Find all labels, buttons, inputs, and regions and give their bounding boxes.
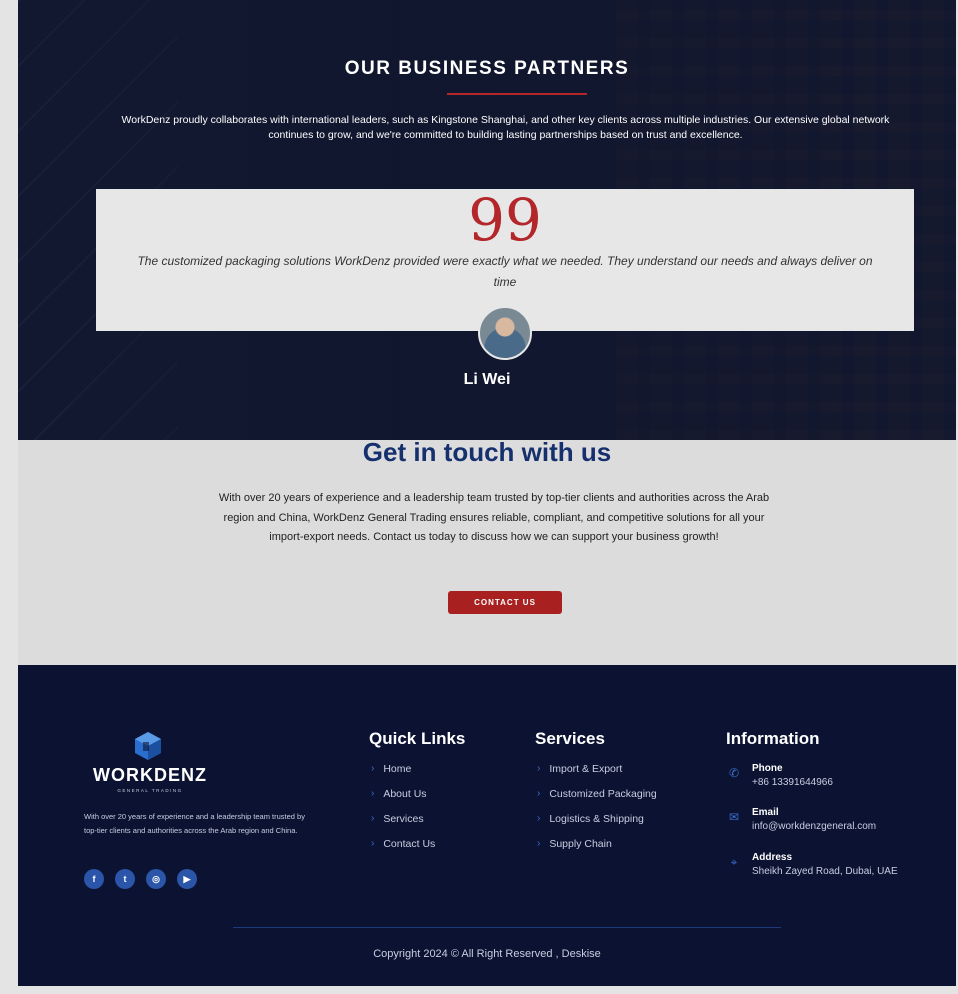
instagram-icon[interactable]: ◎ bbox=[146, 869, 166, 889]
footer: WORKDENZ GENERAL TRADING With over 20 ye… bbox=[18, 665, 956, 986]
chevron-right-icon: › bbox=[371, 838, 375, 849]
phone-icon: ✆ bbox=[728, 766, 740, 780]
phone-value[interactable]: +86 13391644966 bbox=[752, 777, 833, 788]
phone-label: Phone bbox=[752, 763, 783, 774]
quick-links-list: › Home › About Us › Services › Contact Us bbox=[371, 763, 435, 863]
contact-section: Get in touch with us With over 20 years … bbox=[18, 440, 956, 665]
address-value: Sheikh Zayed Road, Dubai, UAE bbox=[752, 866, 898, 877]
testimonial-author: Li Wei bbox=[463, 371, 511, 388]
service-link-packaging[interactable]: › Customized Packaging bbox=[537, 788, 657, 813]
location-icon: ⌖ bbox=[730, 855, 738, 869]
contact-title: Get in touch with us bbox=[362, 440, 612, 467]
chevron-right-icon: › bbox=[371, 788, 375, 799]
services-list: › Import & Export › Customized Packaging ›… bbox=[537, 763, 657, 863]
chevron-right-icon: › bbox=[371, 813, 375, 824]
contact-description: With over 20 years of experience and a l… bbox=[218, 492, 770, 543]
testimonial-text: The customized packaging solutions WorkD… bbox=[137, 254, 873, 289]
social-links: f t ◎ ▶ bbox=[84, 869, 197, 889]
email-label: Email bbox=[752, 807, 779, 818]
partners-title: OUR BUSINESS PARTNERS bbox=[344, 58, 630, 79]
footer-logo-text: WORKDENZ bbox=[93, 765, 207, 785]
quick-links-title: Quick Links bbox=[369, 729, 466, 748]
chevron-right-icon: › bbox=[537, 763, 541, 774]
chevron-right-icon: › bbox=[537, 838, 541, 849]
title-underline bbox=[447, 93, 587, 95]
quote-icon: 99 bbox=[468, 186, 542, 254]
services-title: Services bbox=[535, 729, 605, 748]
logo-cube-icon bbox=[135, 732, 161, 760]
page: OUR BUSINESS PARTNERS WorkDenz proudly c… bbox=[18, 0, 956, 986]
quick-link-contact[interactable]: › Contact Us bbox=[371, 838, 435, 863]
copyright-text: Copyright 2024 © All Right Reserved , De… bbox=[373, 948, 601, 960]
quick-link-about[interactable]: › About Us bbox=[371, 788, 435, 813]
youtube-icon[interactable]: ▶ bbox=[177, 869, 197, 889]
partners-section: OUR BUSINESS PARTNERS WorkDenz proudly c… bbox=[18, 0, 956, 440]
chevron-right-icon: › bbox=[371, 763, 375, 774]
footer-divider bbox=[233, 927, 781, 928]
footer-about: With over 20 years of experience and a l… bbox=[84, 812, 305, 835]
email-value[interactable]: info@workdenzgeneral.com bbox=[752, 821, 876, 832]
partners-description: WorkDenz proudly collaborates with inter… bbox=[121, 114, 890, 141]
footer-logo-subtitle: GENERAL TRADING bbox=[117, 788, 183, 793]
quick-link-services[interactable]: › Services bbox=[371, 813, 435, 838]
quick-link-home[interactable]: › Home bbox=[371, 763, 435, 788]
chevron-right-icon: › bbox=[537, 788, 541, 799]
email-icon: ✉ bbox=[728, 810, 740, 824]
facebook-icon[interactable]: f bbox=[84, 869, 104, 889]
address-label: Address bbox=[752, 852, 793, 863]
service-link-logistics[interactable]: › Logistics & Shipping bbox=[537, 813, 657, 838]
chevron-right-icon: › bbox=[537, 813, 541, 824]
avatar bbox=[478, 306, 532, 360]
contact-us-button[interactable]: CONTACT US bbox=[448, 591, 562, 614]
service-link-supply-chain[interactable]: › Supply Chain bbox=[537, 838, 657, 863]
service-link-import-export[interactable]: › Import & Export bbox=[537, 763, 657, 788]
information-title: Information bbox=[726, 729, 820, 748]
twitter-icon[interactable]: t bbox=[115, 869, 135, 889]
